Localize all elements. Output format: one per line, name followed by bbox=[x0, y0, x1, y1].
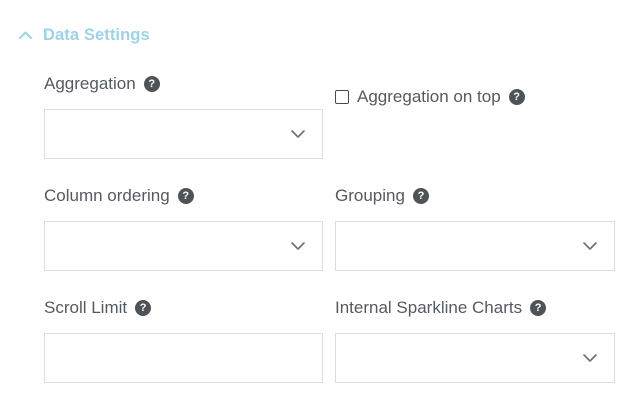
question-circle-icon[interactable]: ? bbox=[177, 188, 194, 204]
column-ordering-select[interactable] bbox=[44, 221, 323, 271]
question-circle-icon[interactable]: ? bbox=[412, 188, 429, 204]
internal-sparkline-charts-label-row: Internal Sparkline Charts ? bbox=[335, 298, 547, 318]
section-title: Data Settings bbox=[43, 25, 150, 44]
scroll-limit-input[interactable] bbox=[45, 334, 322, 382]
question-circle-icon[interactable]: ? bbox=[530, 300, 547, 316]
scroll-limit-label: Scroll Limit bbox=[44, 298, 128, 317]
chevron-down-icon bbox=[583, 354, 597, 362]
data-settings-header[interactable]: Data Settings bbox=[18, 24, 150, 46]
column-ordering-label-row: Column ordering ? bbox=[44, 186, 194, 206]
aggregation-on-top-label: Aggregation on top bbox=[357, 87, 501, 106]
aggregation-select[interactable] bbox=[44, 109, 323, 159]
chevron-down-icon bbox=[291, 242, 305, 250]
aggregation-label: Aggregation bbox=[44, 74, 136, 93]
aggregation-on-top-checkbox[interactable] bbox=[335, 90, 349, 104]
grouping-label: Grouping bbox=[335, 186, 405, 205]
chevron-down-icon bbox=[291, 130, 305, 138]
question-circle-icon[interactable]: ? bbox=[143, 76, 160, 92]
aggregation-on-top-row: Aggregation on top ? bbox=[335, 87, 525, 107]
chevron-up-icon bbox=[19, 31, 32, 39]
scroll-limit-label-row: Scroll Limit ? bbox=[44, 298, 152, 318]
question-circle-icon[interactable]: ? bbox=[508, 89, 525, 105]
scroll-limit-input-wrapper bbox=[44, 333, 323, 383]
data-settings-panel: Data Settings Aggregation ? Aggregation … bbox=[0, 0, 631, 410]
grouping-select[interactable] bbox=[335, 221, 615, 271]
aggregation-label-row: Aggregation ? bbox=[44, 74, 160, 94]
internal-sparkline-charts-select[interactable] bbox=[335, 333, 615, 383]
chevron-down-icon bbox=[583, 242, 597, 250]
internal-sparkline-charts-label: Internal Sparkline Charts bbox=[335, 298, 523, 317]
column-ordering-label: Column ordering bbox=[44, 186, 170, 205]
question-circle-icon[interactable]: ? bbox=[135, 300, 152, 316]
grouping-label-row: Grouping ? bbox=[335, 186, 429, 206]
